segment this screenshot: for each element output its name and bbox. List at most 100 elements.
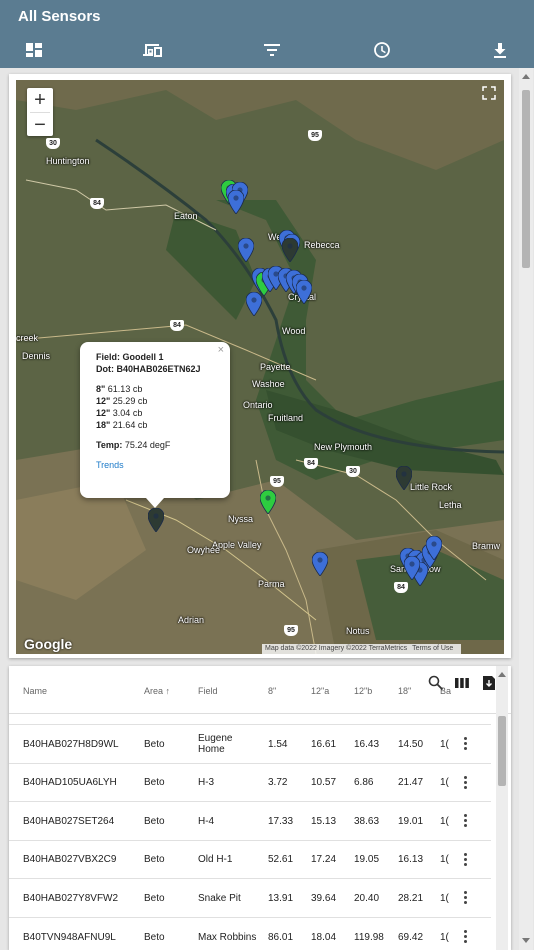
scrollbar-thumb[interactable] [498,716,506,786]
map-card: + − Huntington Eaton Weiser Rebecca Crys… [9,74,511,658]
scroll-up-icon[interactable] [498,672,506,677]
cell-field: Eugene Home [198,733,233,755]
more-vert-icon[interactable] [461,813,469,829]
cell-12a: 17.24 [311,854,337,866]
cell-field: H-4 [198,815,215,827]
cell-8: 86.01 [268,931,294,943]
depth-label: 8" [96,384,106,394]
more-vert-icon[interactable] [461,775,469,791]
cell-18: 14.50 [398,738,424,750]
close-icon[interactable]: × [218,344,224,356]
scroll-up-icon[interactable] [522,74,530,79]
columns-icon[interactable] [453,674,471,692]
sensor-pin-icon[interactable] [237,237,255,263]
sensor-pin-icon[interactable] [403,555,421,581]
cell-battery: 1( [440,854,449,866]
table-row[interactable]: B40HAB027H8D9WL Beto Eugene Home 1.54 16.61 1… [9,724,491,762]
table-scrollbar[interactable] [496,666,508,950]
sensor-pin-icon[interactable] [147,507,165,533]
temp-value: 75.24 degF [124,440,171,450]
history-button[interactable] [368,37,396,63]
zoom-out-button[interactable]: − [27,113,53,137]
scroll-down-icon[interactable] [522,938,530,943]
map-data-credit: Map data ©2022 Imagery ©2022 TerraMetric… [265,645,408,652]
scrollbar-thumb[interactable] [522,90,530,268]
cell-18: 16.13 [398,854,424,866]
cell-8: 1.54 [268,738,288,750]
road-shield: 84 [394,582,408,593]
place-label: Owyhee [187,545,221,555]
cell-12b: 16.43 [354,738,380,750]
road-shield: 95 [308,130,322,141]
place-label: Dennis [22,351,51,361]
reading-value: 61.13 cb [107,384,143,394]
trends-link[interactable]: Trends [96,460,124,470]
sensor-pin-icon[interactable] [395,465,413,491]
place-label: Ontario [243,400,273,410]
filter-button[interactable] [258,37,286,63]
table-header: Name Area ↑ Field 8" 12"a 12"b 18" Ba [9,666,511,714]
cell-area: Beto [144,777,165,789]
cell-name: B40HAB027H8D9WL [23,738,119,750]
more-vert-icon[interactable] [461,852,469,868]
table-row[interactable]: B40HAD105UA6LYH Beto H-3 3.72 10.57 6.86 21.47… [9,762,491,801]
column-header-8[interactable]: 8" [268,686,276,696]
cell-battery: 1( [440,815,449,827]
place-label: Little Rock [410,482,453,492]
devices-button[interactable] [139,37,167,63]
download-button[interactable] [486,37,514,63]
table-row[interactable]: B40HAB027Y8VFW2 Beto Snake Pit 13.91 39.64 20… [9,878,491,916]
reading-value: 25.29 cb [112,396,148,406]
sensor-pin-icon[interactable] [425,535,443,561]
sensor-pin-icon[interactable] [281,237,299,263]
cell-8: 17.33 [268,815,294,827]
table-row[interactable]: B40TVN948AFNU9L Beto Max Robbins 86.01 18.04… [9,917,491,950]
depth-label: 18" [96,420,111,430]
terms-link[interactable]: Terms of Use [412,645,453,652]
field-label: Field: [96,352,120,362]
fullscreen-icon[interactable] [482,86,496,100]
sensor-pin-icon[interactable] [227,189,245,215]
road-shield: 84 [90,198,104,209]
sort-ascending-icon: ↑ [165,686,171,696]
table-horizontal-scrollbar[interactable] [9,706,496,714]
zoom-in-button[interactable]: + [27,88,53,112]
toolbar [0,32,534,68]
cell-12a: 10.57 [311,777,337,789]
sensor-pin-icon[interactable] [295,279,313,305]
cell-battery: 1( [440,777,449,789]
column-header-name[interactable]: Name [23,686,47,696]
more-vert-icon[interactable] [461,890,469,906]
sensor-pin-icon[interactable] [311,551,329,577]
dashboard-button[interactable] [20,37,48,63]
road-shield: 30 [346,466,360,477]
sensor-pin-icon[interactable] [259,489,277,515]
page-scrollbar[interactable] [519,68,533,950]
cell-12b: 19.05 [354,854,380,866]
column-header-18[interactable]: 18" [398,686,411,696]
column-header-area[interactable]: Area ↑ [144,686,170,696]
cell-field: Old H-1 [198,854,233,866]
more-vert-icon[interactable] [461,736,469,752]
cell-name: B40HAD105UA6LYH [23,777,117,789]
depth-label: 12" [96,396,111,406]
table-row[interactable]: B40HAB027VBX2C9 Beto Old H-1 52.61 17.24 19.0… [9,839,491,878]
sensor-map[interactable]: + − Huntington Eaton Weiser Rebecca Crys… [16,80,504,654]
place-label: Fruitland [268,413,304,423]
table-row[interactable]: B40HAB027SET264 Beto H-4 17.33 15.13 38.63 19.… [9,801,491,839]
depth-label: 12" [96,408,111,418]
cell-area: Beto [144,738,165,750]
cell-name: B40HAB027Y8VFW2 [23,892,119,904]
column-header-field[interactable]: Field [198,686,218,696]
history-icon [374,42,390,58]
cell-12b: 6.86 [354,777,374,789]
sensor-pin-icon[interactable] [245,291,263,317]
column-header-12a[interactable]: 12"a [311,686,329,696]
page-title: All Sensors [18,8,101,25]
cell-12a: 18.04 [311,931,337,943]
search-icon[interactable] [427,674,445,692]
place-label: Eaton [174,211,198,221]
column-header-12b[interactable]: 12"b [354,686,372,696]
more-vert-icon[interactable] [461,929,469,945]
cell-18: 19.01 [398,815,424,827]
